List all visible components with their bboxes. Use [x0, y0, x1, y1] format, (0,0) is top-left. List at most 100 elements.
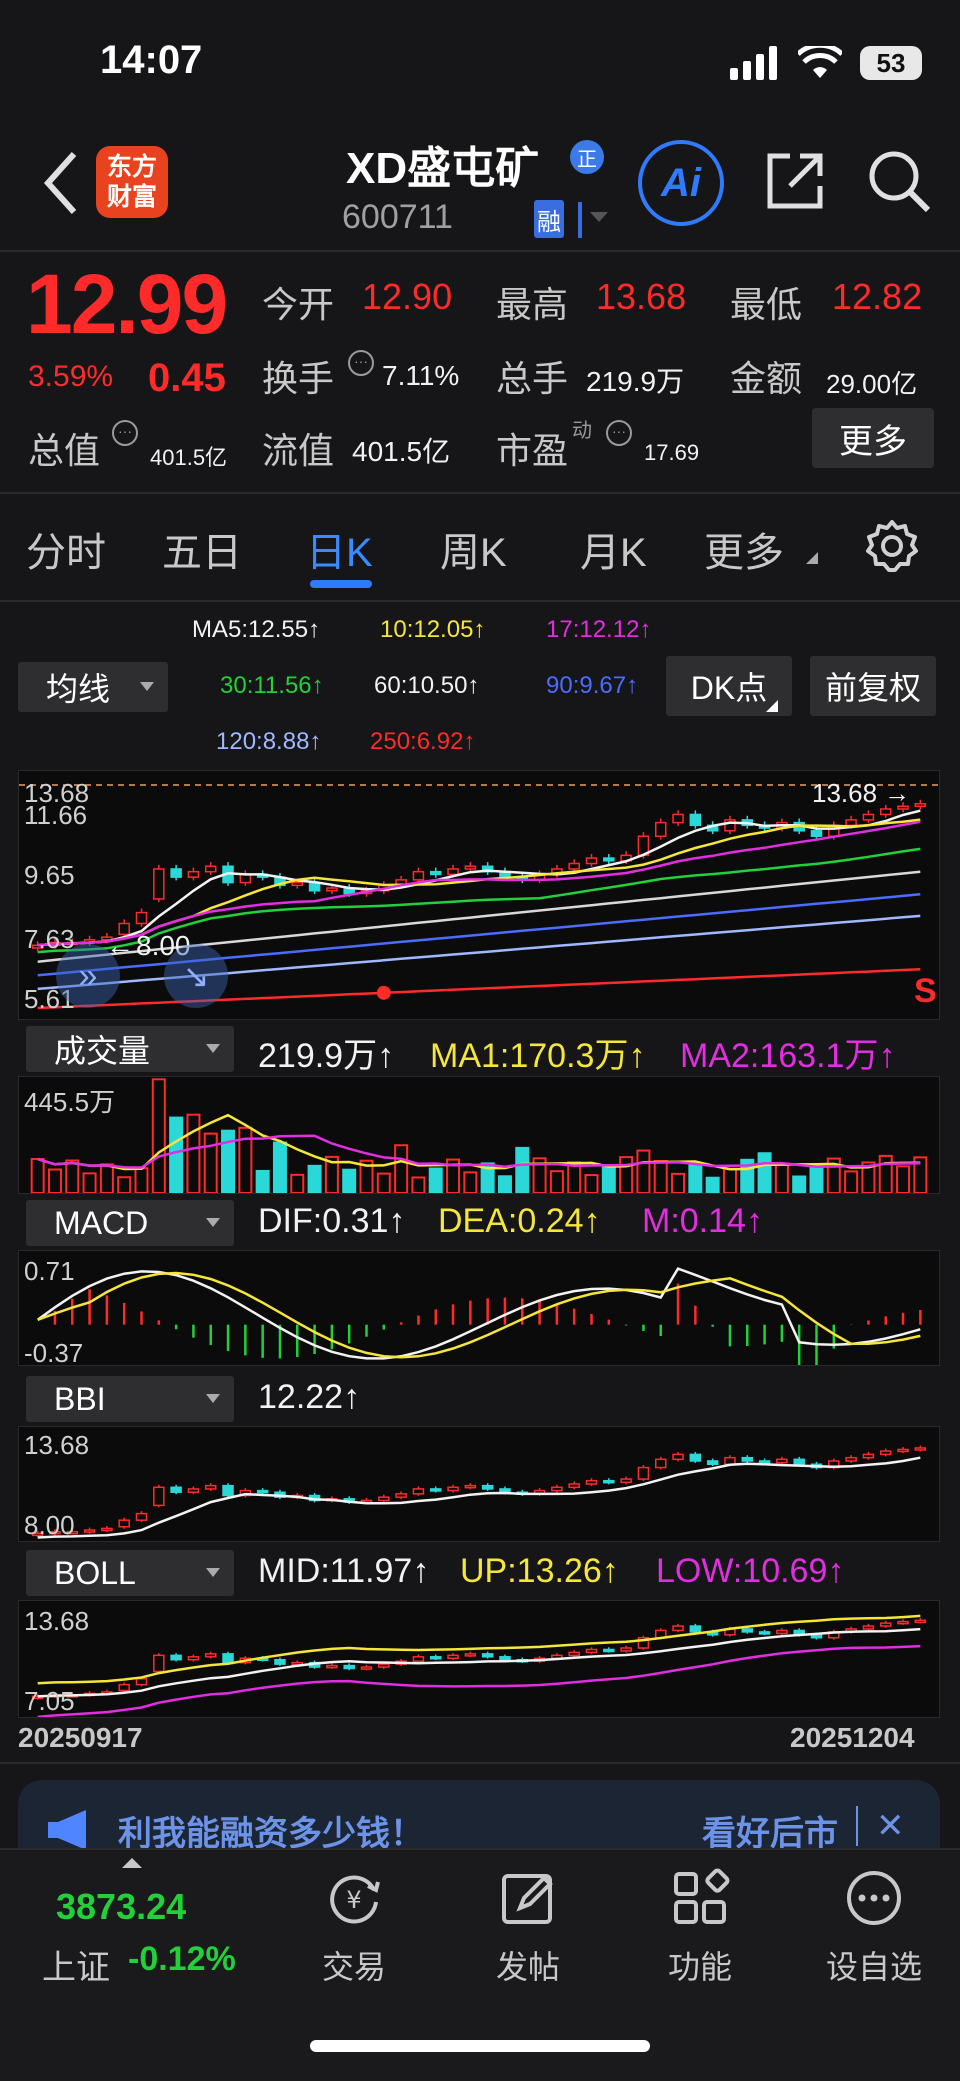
candle-body	[845, 1456, 857, 1462]
dif-line	[36, 1267, 921, 1360]
kline-panel[interactable]	[18, 770, 940, 1020]
bbi-select[interactable]: BBI	[26, 1376, 234, 1422]
bbi-axis-top: 13.68	[24, 1430, 90, 1460]
bbi-panel[interactable]	[18, 1426, 940, 1542]
boll-select[interactable]: BOLL	[26, 1550, 234, 1596]
candle-body	[914, 1447, 927, 1451]
stock-name[interactable]: XD盛屯矿	[346, 132, 539, 196]
high-value: 13.68	[596, 276, 687, 317]
share-icon[interactable]	[762, 148, 828, 214]
adjust-button[interactable]: 前复权	[810, 656, 936, 716]
gear-icon[interactable]	[864, 518, 920, 574]
volume-bar	[688, 1163, 703, 1194]
macd-select[interactable]: MACD	[26, 1200, 234, 1246]
volume-bar	[584, 1174, 599, 1195]
candle-body	[793, 1458, 805, 1466]
back-arrow-icon[interactable]	[40, 148, 84, 218]
nav-post[interactable]: 发帖	[468, 1860, 588, 1988]
volume-bar	[653, 1160, 668, 1194]
expand-icon[interactable]: ↘	[164, 944, 228, 1008]
candle-body	[672, 1453, 684, 1461]
tab-intraday[interactable]: 分时	[26, 520, 106, 578]
candle-body	[83, 1529, 96, 1533]
app-logo: 东方 财富	[96, 146, 168, 218]
home-indicator[interactable]	[310, 2040, 650, 2052]
candle-body	[412, 1488, 425, 1495]
high-marker: 13.68	[812, 778, 878, 808]
candle-body	[204, 1484, 217, 1490]
volume-chart	[30, 1078, 928, 1195]
boll-panel[interactable]	[18, 1600, 940, 1719]
candle-body	[101, 1527, 113, 1532]
tab-weekly-k[interactable]: 周K	[440, 520, 507, 578]
boll-chart	[31, 1614, 927, 1719]
macd-panel[interactable]	[18, 1250, 940, 1395]
candle-body	[862, 1625, 875, 1630]
volume-bar	[757, 1152, 772, 1194]
signal-icon	[730, 46, 777, 80]
candle-body	[343, 1664, 355, 1670]
tab-monthly-k[interactable]: 月K	[580, 520, 647, 578]
index-up-icon[interactable]	[122, 1858, 142, 1868]
index-value[interactable]: 3873.24	[56, 1886, 186, 1928]
volume-bar	[255, 1169, 270, 1194]
close-icon[interactable]: ✕	[876, 1806, 905, 1846]
volume-axis-top: 445.5万	[24, 1087, 116, 1117]
turnover-value: 7.11%	[382, 360, 460, 391]
more-quote-button[interactable]: 更多	[812, 408, 934, 468]
candle-body	[672, 813, 684, 824]
volume-select[interactable]: 成交量	[26, 1026, 234, 1072]
candle-body	[118, 1519, 130, 1528]
scroll-left-icon[interactable]: »	[56, 944, 120, 1008]
macd-axis-bottom: -0.37	[24, 1338, 84, 1368]
candle-body	[741, 1456, 754, 1462]
pe-superscript: 动	[572, 420, 592, 442]
candle-body	[395, 1493, 407, 1498]
candle-body	[170, 868, 182, 878]
candle-body	[256, 1489, 269, 1494]
ai-button[interactable]: Ai	[638, 140, 724, 226]
tab-daily-k[interactable]: 日K	[306, 520, 373, 578]
divider	[0, 600, 960, 602]
info-icon[interactable]: ···	[606, 420, 632, 446]
search-icon[interactable]	[866, 148, 932, 214]
megaphone-icon	[48, 1810, 86, 1850]
index-name[interactable]: 上证	[42, 1940, 110, 1989]
volume-bar	[272, 1141, 287, 1195]
grid-icon	[674, 1868, 730, 1924]
tab-five-day[interactable]: 五日	[162, 520, 242, 578]
ma-select[interactable]: 均线	[18, 662, 168, 712]
margin-caret-icon[interactable]	[590, 212, 608, 222]
chevron-down-icon	[206, 1044, 220, 1053]
active-tab-indicator	[310, 580, 372, 588]
index-change[interactable]: -0.12%	[128, 1940, 236, 1979]
macd-dif: DIF:0.31↑	[258, 1202, 406, 1240]
tab-more[interactable]: 更多	[704, 520, 784, 578]
candle-body	[568, 1651, 580, 1657]
volume-bar	[203, 1132, 218, 1194]
candle-body	[412, 1656, 425, 1662]
margin-badge[interactable]: 融	[534, 200, 564, 238]
volume-bar	[151, 1078, 166, 1194]
boll-low: LOW:10.69↑	[656, 1552, 845, 1590]
boll-up: UP:13.26↑	[460, 1552, 619, 1590]
candle-body	[135, 1678, 148, 1686]
volume-bar	[30, 1158, 45, 1194]
nav-watchlist[interactable]: 设自选	[814, 1860, 934, 1988]
bbi-axis-bottom: 8.00	[24, 1510, 75, 1540]
candle-body	[447, 1654, 459, 1660]
macd-chart	[36, 1267, 922, 1395]
info-icon[interactable]: ···	[348, 350, 374, 376]
volume-bar	[619, 1156, 634, 1195]
info-icon[interactable]: ···	[112, 420, 138, 446]
float-value: 401.5亿	[352, 436, 451, 467]
volume-bar	[774, 1162, 789, 1194]
nav-functions[interactable]: 功能	[640, 1860, 760, 1988]
bbi-line	[37, 1456, 921, 1539]
nav-trade[interactable]: ¥ 交易	[294, 1860, 414, 1988]
low-label: 最低	[730, 284, 803, 325]
volume-panel[interactable]	[18, 1076, 940, 1195]
amount-value: 29.00亿	[826, 369, 918, 399]
candle-body	[481, 1653, 494, 1658]
candle-body	[568, 1483, 580, 1489]
